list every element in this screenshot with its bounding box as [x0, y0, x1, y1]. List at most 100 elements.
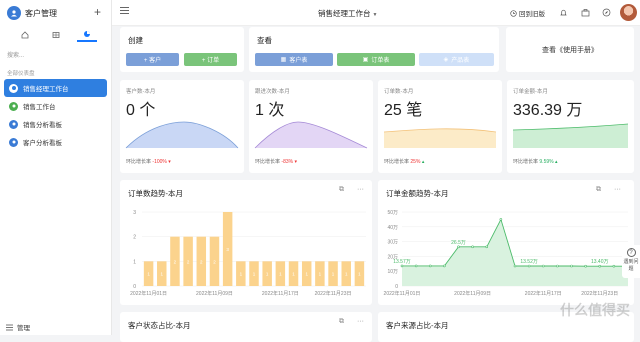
manual-link[interactable]: 查看《使用手册》: [542, 45, 598, 55]
back-to-old-label: 回到旧版: [519, 11, 545, 18]
metric-value: 336.39 万: [513, 102, 583, 119]
metric-sparkline: [383, 128, 497, 148]
growth-label: 环比增长率: [126, 159, 152, 165]
product-table-label: 产品表: [451, 58, 470, 64]
watermark: 什么值得买: [560, 302, 630, 318]
create-card-title: 创建: [128, 36, 143, 45]
area-fill: [402, 219, 628, 286]
data-point: [400, 264, 404, 268]
user-avatar[interactable]: [620, 4, 637, 21]
growth-value: -100%: [152, 159, 167, 165]
growth-value: -83%: [281, 159, 294, 165]
metric-sparkline: [125, 121, 239, 149]
growth-label: 环比增长率: [255, 159, 281, 165]
growth-label: 环比增长率: [384, 159, 410, 165]
order-count-chart-card: 订单数趋势-本月 ⧉ ··· 0 1 2 3 1 1 2 2 2 2 3 1 1 1 1 1 1 1 1 1 1 2022…: [120, 180, 372, 305]
expand-icon[interactable]: ⧉: [596, 186, 601, 194]
history-icon: [510, 9, 517, 17]
table-icon: ▦: [280, 57, 287, 63]
sidebar-item-label: 销售分析看板: [23, 122, 62, 129]
create-card: 创建 + 客户 + 订单: [120, 27, 244, 72]
expand-icon[interactable]: ⧉: [339, 318, 344, 326]
menu-icon: [6, 324, 13, 330]
x-tick-label: 2022年11月09日: [454, 290, 491, 297]
back-to-old-button[interactable]: 回到旧版: [510, 8, 545, 18]
y-tick-label: 3: [133, 210, 136, 216]
data-point: [541, 264, 545, 268]
order-amount-chart-card: 订单金额趋势-本月 ⧉ ··· 0 10万 20万 30万 40万 50万 13.57万 26…: [378, 180, 634, 305]
sidebar-item-sales[interactable]: 销售工作台: [4, 97, 107, 115]
metric-value: 25 笔: [384, 102, 423, 119]
metric-footer: 环比增长率 -100% ▾: [126, 158, 171, 165]
question-icon: ?: [626, 248, 636, 257]
order-count-bar-chart: 01231 12 2 2 231 1 1 1 1 1 1 1 1 12022年11月01日 2022年11月…: [130, 210, 366, 297]
metric-footer: 环比增长率 25% ▴: [384, 158, 424, 165]
briefcase-icon[interactable]: [581, 8, 590, 17]
dashboard-category-label: 全部仪表盘: [7, 71, 35, 77]
help-button[interactable]: ? 遇到问题: [622, 245, 640, 278]
order-table-button[interactable]: ▣ 订单表: [337, 53, 415, 66]
dashboard-icon: [9, 119, 18, 129]
x-tick-label: 2022年11月23日: [581, 290, 618, 297]
more-icon[interactable]: ···: [357, 186, 364, 193]
add-order-button[interactable]: + 订单: [184, 53, 237, 66]
y-tick-label: 40万: [387, 225, 398, 231]
data-point: [499, 218, 503, 221]
home-tab-icon[interactable]: [15, 28, 35, 42]
metric-value: 1 次: [255, 102, 285, 119]
data-point: [584, 264, 587, 268]
x-tick-label: 2022年11月17日: [262, 290, 299, 297]
y-tick-label: 1: [133, 259, 136, 265]
sidebar-item-sales-analysis[interactable]: 销售分析看板: [4, 115, 107, 133]
data-label: 13.52万: [520, 259, 538, 265]
grid-tab-icon[interactable]: [46, 28, 66, 42]
y-tick-label: 30万: [387, 240, 398, 246]
x-tick-label: 2022年11月17日: [525, 290, 562, 297]
y-tick-label: 0: [133, 284, 136, 290]
growth-label: 环比增长率: [513, 159, 539, 165]
page-title: 销售经理工作台: [318, 9, 371, 18]
up-arrow-icon: ▴: [421, 159, 425, 165]
data-point: [443, 264, 446, 268]
data-point: [428, 264, 432, 268]
customer-status-card: 客户状态占比-本月 ⧉ ···: [120, 312, 372, 342]
data-point: [612, 264, 616, 268]
growth-value: 25%: [410, 159, 421, 165]
order-table-label: 订单表: [371, 58, 390, 64]
dashboard-icon: [9, 101, 18, 111]
x-tick-label: 2022年11月01日: [384, 290, 421, 297]
metric-value: 0 个: [126, 102, 156, 119]
add-icon[interactable]: +: [94, 5, 101, 19]
manage-button[interactable]: 管理: [6, 322, 30, 332]
more-icon[interactable]: ···: [357, 318, 364, 325]
data-point: [598, 264, 602, 268]
compass-icon[interactable]: [602, 8, 611, 17]
dashboard-tab-icon[interactable]: [76, 28, 97, 42]
chevron-down-icon: ▼: [372, 12, 378, 18]
order-amount-line-chart: 010万20万30万40万50万13.57万26.5万13.52万 13.40万2…: [384, 210, 630, 297]
metric-footer: 环比增长率 -83% ▾: [255, 158, 297, 165]
page-title-dropdown[interactable]: 销售经理工作台 ▼: [318, 8, 377, 19]
data-point: [556, 264, 559, 268]
view-card-title: 查看: [257, 36, 272, 45]
up-arrow-icon: ▴: [554, 159, 558, 165]
metric-sparkline: [254, 121, 368, 149]
more-icon[interactable]: ···: [614, 186, 621, 193]
bell-icon[interactable]: [559, 8, 568, 17]
sidebar-search-input[interactable]: 搜索...: [7, 50, 24, 59]
customer-table-button[interactable]: ▦ 客户表: [255, 53, 333, 66]
sidebar-item-customer-analysis[interactable]: 客户分析看板: [4, 133, 107, 151]
sidebar-item-label: 销售工作台: [23, 104, 56, 111]
add-customer-button[interactable]: + 客户: [126, 53, 179, 66]
view-card: 查看 ▦ 客户表 ▣ 订单表 ◈ 产品表: [249, 27, 499, 72]
sidebar-item-sales-manager[interactable]: 销售经理工作台: [4, 79, 107, 97]
hamburger-icon[interactable]: [120, 7, 129, 16]
sidebar-tabs: [10, 28, 102, 42]
data-point: [527, 264, 531, 268]
product-table-button[interactable]: ◈ 产品表: [419, 53, 494, 66]
expand-icon[interactable]: ⧉: [339, 186, 344, 194]
manual-card[interactable]: 查看《使用手册》: [506, 27, 634, 72]
sidebar-item-label: 客户分析看板: [23, 140, 62, 147]
dashboard-icon: [9, 137, 18, 147]
sidebar: 客户管理 + 搜索... 全部仪表盘 销售经理工作台 销售工作台 销售分析看板 …: [0, 0, 112, 335]
